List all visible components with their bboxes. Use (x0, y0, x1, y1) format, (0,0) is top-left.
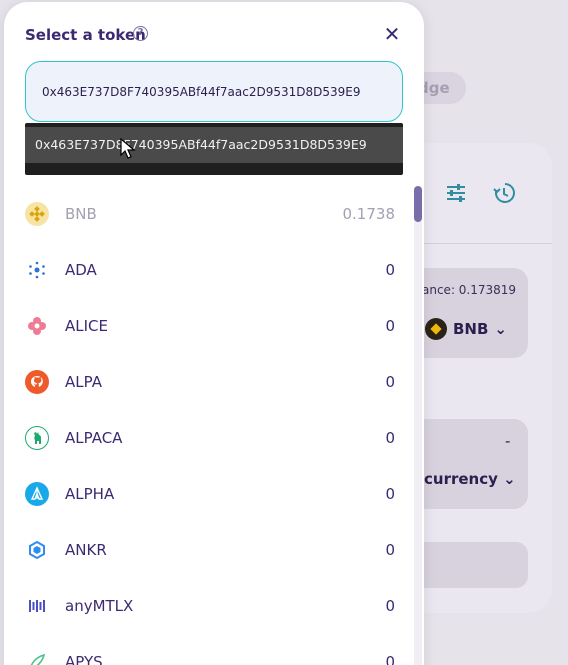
ada-icon (25, 258, 49, 282)
token-symbol: APYS (65, 653, 103, 665)
scrollbar-track[interactable] (414, 186, 422, 665)
question-circle-icon[interactable]: ? (133, 26, 148, 41)
alpa-icon (25, 370, 49, 394)
token-row-ankr[interactable]: ANKR 0 (25, 522, 403, 578)
to-amount: - (505, 432, 511, 450)
ankr-icon (25, 538, 49, 562)
token-symbol: ALPACA (65, 429, 123, 447)
balance-label: ance: 0.173819 (422, 283, 517, 297)
token-row-alpaca[interactable]: ALPACA 0 (25, 410, 403, 466)
apys-icon (25, 650, 49, 665)
token-balance: 0.1738 (342, 205, 396, 223)
token-row-anymtlx[interactable]: anyMTLX 0 (25, 578, 403, 634)
token-row-alpa[interactable]: ALPA 0 (25, 354, 403, 410)
from-token-symbol: BNB (453, 320, 489, 338)
to-panel (412, 419, 528, 509)
settings-sliders-icon (447, 184, 465, 202)
token-balance: 0 (385, 597, 395, 615)
token-search-input[interactable] (25, 61, 403, 122)
token-list: BNB 0.1738 ADA 0 ALICE 0 ALPA 0 ALPACA 0… (25, 186, 403, 665)
modal-title: Select a token (25, 26, 146, 44)
select-currency-label: currency (424, 470, 498, 488)
token-row-alpha[interactable]: ALPHA 0 (25, 466, 403, 522)
scrollbar-thumb[interactable] (414, 186, 422, 222)
token-row-apys[interactable]: APYS 0 (25, 634, 403, 665)
bnb-icon (425, 318, 447, 340)
close-icon[interactable]: ✕ (382, 24, 402, 44)
autocomplete-dropdown: 0x463E737D8F740395ABf44f7aac2D9531D8D539… (25, 123, 403, 175)
token-row-bnb[interactable]: BNB 0.1738 (25, 186, 403, 242)
token-balance: 0 (385, 429, 395, 447)
token-symbol: BNB (65, 205, 97, 223)
anymtlx-icon (25, 594, 49, 618)
chevron-down-icon: ⌄ (494, 320, 507, 338)
select-token-modal: Select a token ? ✕ 0x463E737D8F740395ABf… (4, 2, 424, 665)
select-currency: currency ⌄ (424, 470, 516, 488)
action-button-bg (412, 542, 528, 588)
token-symbol: ALPA (65, 373, 102, 391)
chevron-down-icon: ⌄ (503, 470, 516, 488)
token-balance: 0 (385, 541, 395, 559)
history-icon (493, 183, 515, 203)
token-balance: 0 (385, 373, 395, 391)
alpha-icon (25, 482, 49, 506)
token-symbol: ALPHA (65, 485, 115, 503)
divider (420, 243, 552, 244)
token-balance: 0 (385, 485, 395, 503)
bnb-icon (25, 202, 49, 226)
alice-icon (25, 314, 49, 338)
mouse-cursor-icon (120, 138, 136, 159)
token-row-ada[interactable]: ADA 0 (25, 242, 403, 298)
from-token-select: BNB ⌄ (425, 318, 507, 340)
token-symbol: ANKR (65, 541, 107, 559)
token-balance: 0 (385, 653, 395, 665)
token-balance: 0 (385, 261, 395, 279)
token-symbol: ADA (65, 261, 97, 279)
alpaca-icon (25, 426, 49, 450)
autocomplete-suggestion[interactable]: 0x463E737D8F740395ABf44f7aac2D9531D8D539… (25, 127, 403, 163)
token-balance: 0 (385, 317, 395, 335)
token-symbol: anyMTLX (65, 597, 134, 615)
token-symbol: ALICE (65, 317, 108, 335)
from-panel (412, 268, 528, 358)
token-row-alice[interactable]: ALICE 0 (25, 298, 403, 354)
